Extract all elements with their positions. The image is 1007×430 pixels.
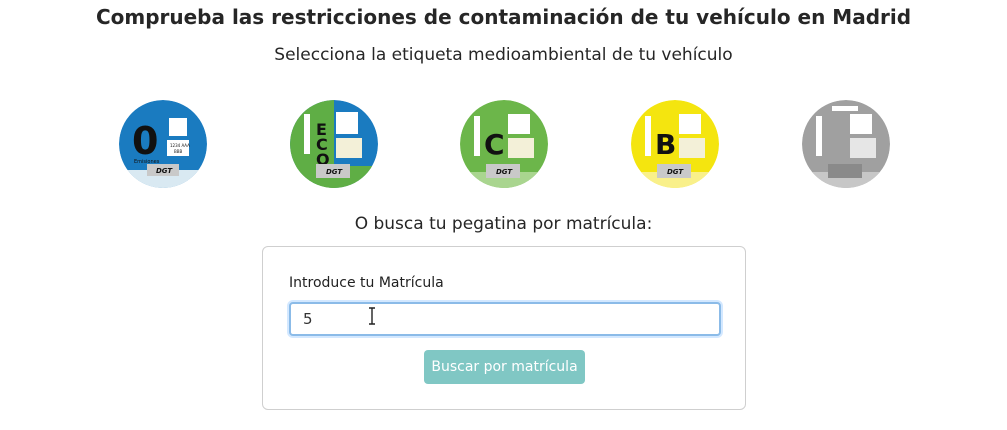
search-by-plate-button[interactable]: Buscar por matrícula: [424, 350, 585, 384]
sticker-c[interactable]: C DGT: [460, 100, 548, 188]
dgt-logo: DGT: [326, 168, 343, 176]
sticker-plate-2: BBB: [174, 149, 182, 154]
plate-search-card: Introduce tu Matrícula Buscar por matríc…: [262, 246, 746, 410]
sticker-eco[interactable]: E C O DGT: [290, 100, 378, 188]
page-title: Comprueba las restricciones de contamina…: [95, 5, 912, 29]
sticker-letter: B: [655, 128, 676, 161]
sticker-letter: 0: [132, 119, 158, 163]
dgt-logo: DGT: [496, 168, 513, 176]
sticker-b[interactable]: B DGT: [631, 100, 719, 188]
dgt-logo: DGT: [156, 167, 173, 175]
sticker-sin-etiqueta[interactable]: [802, 100, 890, 188]
plate-input[interactable]: [289, 302, 721, 336]
search-by-plate-heading: O busca tu pegatina por matrícula:: [354, 214, 653, 234]
sticker-0-emisiones[interactable]: 0 Emisiones 1234 AAA BBB DGT: [119, 100, 207, 188]
text-cursor-icon: [369, 307, 375, 325]
plate-field-label: Introduce tu Matrícula: [289, 275, 444, 291]
sticker-letter: C: [484, 128, 505, 161]
sticker-plate: 1234 AAA: [170, 143, 190, 148]
page-subtitle: Selecciona la etiqueta medioambiental de…: [274, 45, 733, 65]
dgt-logo: DGT: [667, 168, 684, 176]
